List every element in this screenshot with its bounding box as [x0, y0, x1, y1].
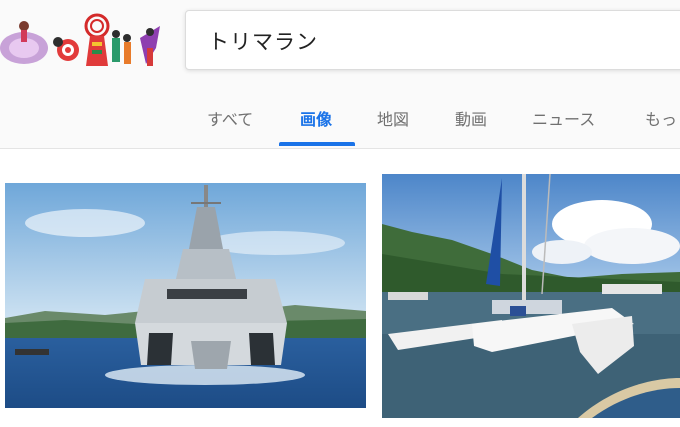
doodle-logo[interactable] — [0, 8, 168, 72]
active-tab-indicator — [279, 142, 355, 146]
search-query-text: トリマラン — [208, 30, 318, 54]
tab-videos[interactable]: 動画 — [455, 106, 487, 130]
tab-all[interactable]: すべて — [207, 106, 253, 130]
warship-image — [5, 183, 366, 408]
tab-maps[interactable]: 地図 — [377, 106, 409, 130]
sailing-trimaran-image — [382, 174, 680, 418]
image-result-warship[interactable] — [5, 183, 366, 408]
doodle-logo-art — [0, 13, 160, 66]
image-result-sailing-trimaran[interactable] — [382, 174, 680, 418]
tab-news[interactable]: ニュース — [532, 106, 595, 130]
search-input[interactable]: トリマラン — [185, 10, 680, 70]
header: トリマラン すべて 画像 地図 動画 ニュース もっ — [0, 0, 680, 149]
tab-images[interactable]: 画像 — [300, 106, 332, 130]
search-tabs: すべて 画像 地図 動画 ニュース もっ — [0, 96, 680, 148]
tab-more[interactable]: もっ — [645, 106, 677, 130]
